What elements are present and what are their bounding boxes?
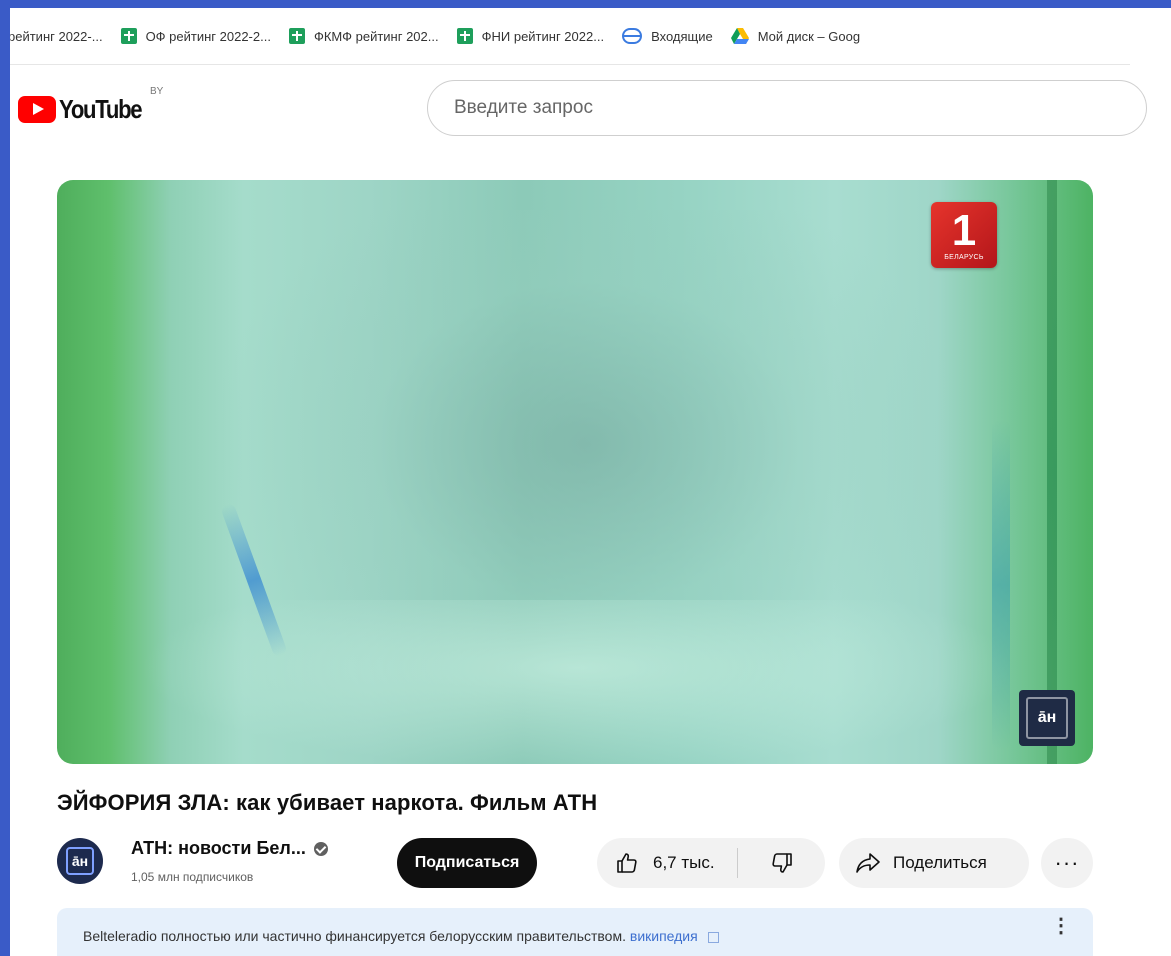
video-player[interactable]: 1 БЕЛАРУСЬ āн [57, 180, 1093, 764]
video-title: ЭЙФОРИЯ ЗЛА: как убивает наркота. Фильм … [57, 790, 598, 815]
bookmark-inbox[interactable]: Входящие [622, 28, 713, 44]
bookmark-drive[interactable]: Мой диск – Goog [730, 28, 861, 44]
wikipedia-link[interactable]: википедия [630, 928, 698, 944]
notice-text: Belteleradio полностью или частично фина… [83, 928, 626, 944]
youtube-wordmark: YouTube [59, 94, 143, 124]
watermark-subtitle: БЕЛАРУСЬ [944, 254, 984, 261]
video-frame-streak [1047, 180, 1057, 764]
bookmark-fni-rating[interactable]: ФНИ рейтинг 2022... [456, 28, 605, 44]
funding-notice: Belteleradio полностью или частично фина… [57, 908, 1093, 956]
thumbs-down-icon [771, 853, 792, 873]
like-count: 6,7 тыс. [653, 853, 715, 872]
like-button[interactable]: 6,7 тыс. [597, 838, 737, 888]
bookmark-of-rating[interactable]: ОФ рейтинг 2022-2... [120, 28, 271, 44]
channel-name-text: АТН: новости Бел... [131, 838, 306, 858]
channel-watermark-logo: 1 БЕЛАРУСЬ [931, 202, 997, 268]
bookmark-label: Мой диск – Goog [757, 28, 861, 44]
drive-icon [730, 28, 749, 44]
notice-menu-icon[interactable]: ⋮ [1051, 916, 1071, 936]
bookmark-rating-1[interactable]: рейтинг 2022-... [10, 29, 103, 44]
youtube-logo[interactable]: YouTube [18, 94, 156, 125]
search-input[interactable]: Введите запрос [427, 80, 1147, 136]
channel-branding-badge[interactable]: āн [1019, 690, 1075, 746]
mail-icon [622, 28, 643, 44]
subscriber-count: 1,05 млн подписчиков [131, 870, 254, 884]
bookmark-label: Входящие [651, 28, 713, 44]
country-code: BY [150, 86, 164, 97]
subscribe-button[interactable]: Подписаться [397, 838, 537, 888]
youtube-play-icon [18, 96, 56, 123]
channel-name[interactable]: АТН: новости Бел... [131, 838, 328, 859]
like-dislike-group: 6,7 тыс. [597, 838, 825, 888]
bookmark-label: рейтинг 2022-... [10, 28, 103, 44]
bookmark-label: ОФ рейтинг 2022-2... [145, 28, 271, 44]
bookmark-label: ФКМФ рейтинг 202... [313, 28, 439, 44]
watermark-number: 1 [951, 206, 977, 255]
verified-icon [313, 841, 328, 856]
sheets-icon [288, 28, 305, 44]
channel-avatar[interactable]: āн [57, 838, 103, 884]
browser-frame: рейтинг 2022-... ОФ рейтинг 2022-2... ФК… [10, 8, 1171, 956]
search-placeholder: Введите запрос [454, 97, 593, 118]
more-icon: ··· [1054, 850, 1080, 875]
bookmarks-bar: рейтинг 2022-... ОФ рейтинг 2022-2... ФК… [10, 8, 1130, 65]
video-frame-streak [992, 420, 1010, 750]
dislike-button[interactable] [738, 838, 825, 888]
thumbs-up-icon [617, 853, 637, 873]
sheets-icon [120, 28, 137, 44]
avatar-label: āн [71, 853, 89, 869]
bookmark-fkmf-rating[interactable]: ФКМФ рейтинг 202... [288, 28, 439, 44]
bookmark-label: ФНИ рейтинг 2022... [481, 28, 605, 44]
badge-label: āн [1037, 709, 1057, 726]
share-button[interactable]: Поделиться [839, 838, 1029, 888]
sheets-icon [456, 28, 473, 44]
more-actions-button[interactable]: ··· [1041, 838, 1093, 888]
share-label: Поделиться [893, 853, 987, 872]
share-arrow-icon [856, 853, 880, 873]
external-link-icon [707, 931, 719, 943]
